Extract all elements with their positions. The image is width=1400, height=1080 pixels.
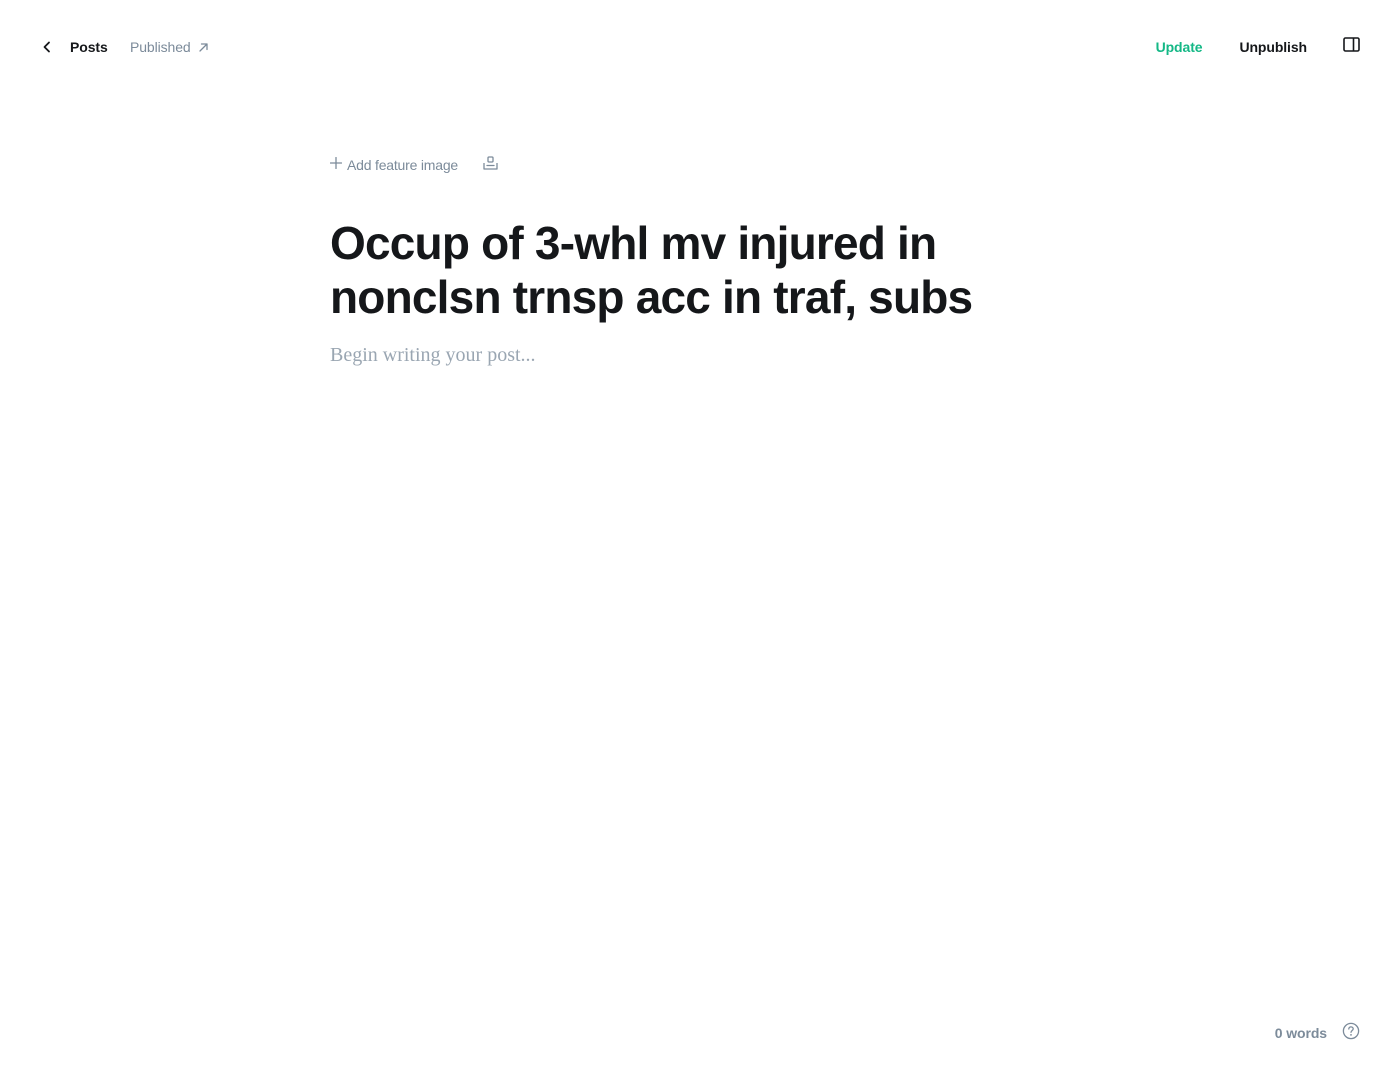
status-label: Published (130, 39, 191, 55)
back-to-posts-link[interactable]: Posts (40, 36, 108, 58)
plus-icon (329, 156, 343, 174)
editor-footer: 0 words (1275, 1022, 1360, 1044)
chevron-left-icon (40, 40, 54, 54)
add-feature-image-label: Add feature image (347, 157, 459, 173)
header-actions: Update Unpublish (1156, 36, 1360, 58)
help-button[interactable] (1342, 1022, 1360, 1045)
post-editor: Add feature image Occup of 3-whl mv inju… (329, 150, 1070, 367)
add-feature-image-button[interactable]: Add feature image (329, 156, 459, 174)
word-count: 0 words (1274, 1025, 1327, 1041)
post-title[interactable]: Occup of 3-whl mv injured in nonclsn trn… (330, 216, 1050, 324)
feature-image-row: Add feature image (329, 150, 1070, 180)
snippet-button[interactable] (482, 155, 498, 175)
editor-header: Posts Published Update Unpublish (0, 0, 1400, 94)
sidebar-panel-icon (1342, 37, 1360, 57)
post-body-editor[interactable]: Begin writing your post... (330, 344, 1070, 367)
unpublish-button[interactable]: Unpublish (1239, 39, 1307, 55)
back-link-label: Posts (70, 39, 108, 55)
sidebar-toggle-button[interactable] (1342, 37, 1360, 57)
question-circle-icon (1342, 1022, 1360, 1045)
update-button[interactable]: Update (1156, 39, 1203, 55)
snippet-icon (482, 155, 498, 175)
published-status-link[interactable]: Published (130, 36, 209, 58)
external-link-arrow-icon (191, 42, 209, 53)
